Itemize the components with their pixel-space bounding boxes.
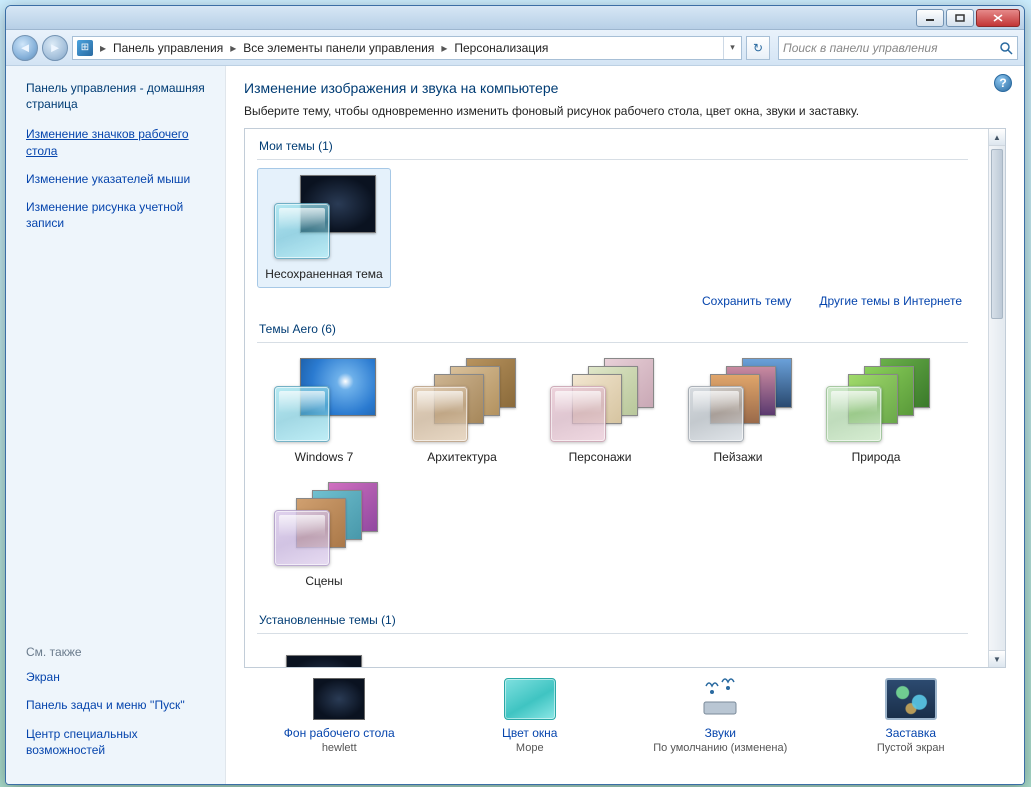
breadcrumb-dropdown[interactable]: ▾ (723, 37, 741, 59)
close-button[interactable] (976, 9, 1020, 27)
scroll-up-button[interactable]: ▲ (989, 129, 1005, 146)
theme-label: Пейзажи (672, 450, 804, 464)
control-panel-icon: ⊞ (77, 40, 93, 56)
aero-glass-icon (826, 386, 882, 442)
setting-desktop-background[interactable]: Фон рабочего стола hewlett (254, 678, 424, 754)
aero-glass-icon (274, 386, 330, 442)
desktop-background-icon (313, 678, 365, 720)
sidebar: Панель управления - домашняя страница Из… (6, 66, 226, 784)
group-label-aero: Темы Aero (6) (259, 322, 968, 336)
aero-glass-icon (274, 510, 330, 566)
breadcrumb-seg-2[interactable]: Все элементы панели управления (239, 37, 438, 59)
aero-glass-icon (412, 386, 468, 442)
chevron-right-icon[interactable]: ▸ (97, 41, 109, 55)
maximize-button[interactable] (946, 9, 974, 27)
scrollbar[interactable]: ▲ ▼ (988, 129, 1005, 667)
setting-window-color[interactable]: Цвет окна Море (445, 678, 615, 754)
see-also-label: См. также (26, 645, 215, 659)
theme-label: Природа (810, 450, 942, 464)
settings-row: Фон рабочего стола hewlett Цвет окна Мор… (244, 668, 1006, 754)
group-label-installed: Установленные темы (1) (259, 613, 968, 627)
sidebar-link-mouse-pointers[interactable]: Изменение указателей мыши (26, 171, 215, 187)
main-content: ? Изменение изображения и звука на компь… (226, 66, 1024, 784)
group-label-my-themes: Мои темы (1) (259, 139, 968, 153)
themes-panel: Мои темы (1) Несохраненная тема Сохрани (244, 128, 1006, 668)
search-placeholder: Поиск в панели управления (783, 41, 938, 55)
see-also-taskbar[interactable]: Панель задач и меню ''Пуск'' (26, 697, 215, 713)
theme-label: Windows 7 (258, 450, 390, 464)
theme-label: Сцены (258, 574, 390, 588)
see-also-ease-of-access[interactable]: Центр специальных возможностей (26, 726, 215, 758)
scroll-down-button[interactable]: ▼ (989, 650, 1005, 667)
theme-item-nature[interactable]: Природа (809, 351, 943, 471)
theme-item-scenes[interactable]: Сцены (257, 475, 391, 595)
theme-item-installed[interactable] (257, 642, 391, 667)
theme-item-architecture[interactable]: Архитектура (395, 351, 529, 471)
more-themes-link[interactable]: Другие темы в Интернете (819, 294, 962, 308)
page-title: Изменение изображения и звука на компьют… (244, 80, 1006, 96)
sidebar-link-account-picture[interactable]: Изменение рисунка учетной записи (26, 199, 215, 231)
aero-glass-icon (688, 386, 744, 442)
navigation-bar: ◄ ► ⊞ ▸ Панель управления ▸ Все элементы… (6, 30, 1024, 66)
sidebar-home-link[interactable]: Панель управления - домашняя страница (26, 80, 215, 112)
titlebar (6, 6, 1024, 30)
aero-glass-icon (550, 386, 606, 442)
search-input[interactable]: Поиск в панели управления (778, 36, 1018, 60)
breadcrumb-seg-1[interactable]: Панель управления (109, 37, 227, 59)
theme-label: Персонажи (534, 450, 666, 464)
forward-button[interactable]: ► (42, 35, 68, 61)
chevron-right-icon[interactable]: ▸ (227, 41, 239, 55)
refresh-button[interactable]: ↻ (746, 36, 770, 60)
screensaver-icon (885, 678, 937, 720)
theme-label: Архитектура (396, 450, 528, 464)
breadcrumb[interactable]: ⊞ ▸ Панель управления ▸ Все элементы пан… (72, 36, 742, 60)
help-button[interactable]: ? (994, 74, 1012, 92)
search-icon (999, 41, 1013, 55)
sounds-icon (694, 678, 746, 720)
setting-screensaver[interactable]: Заставка Пустой экран (826, 678, 996, 754)
theme-item-windows7[interactable]: Windows 7 (257, 351, 391, 471)
breadcrumb-seg-3[interactable]: Персонализация (450, 37, 552, 59)
theme-item-unsaved[interactable]: Несохраненная тема (257, 168, 391, 288)
theme-item-landscapes[interactable]: Пейзажи (671, 351, 805, 471)
setting-sounds[interactable]: Звуки По умолчанию (изменена) (635, 678, 805, 754)
chevron-right-icon[interactable]: ▸ (438, 41, 450, 55)
page-description: Выберите тему, чтобы одновременно измени… (244, 104, 1006, 118)
personalization-window: ◄ ► ⊞ ▸ Панель управления ▸ Все элементы… (5, 5, 1025, 785)
theme-item-characters[interactable]: Персонажи (533, 351, 667, 471)
window-color-icon (504, 678, 556, 720)
aero-glass-icon (274, 203, 330, 259)
see-also-display[interactable]: Экран (26, 669, 215, 685)
save-theme-link[interactable]: Сохранить тему (702, 294, 791, 308)
sidebar-link-desktop-icons[interactable]: Изменение значков рабочего стола (26, 126, 215, 158)
theme-label: Несохраненная тема (258, 267, 390, 281)
back-button[interactable]: ◄ (12, 35, 38, 61)
minimize-button[interactable] (916, 9, 944, 27)
scroll-thumb[interactable] (991, 149, 1003, 319)
